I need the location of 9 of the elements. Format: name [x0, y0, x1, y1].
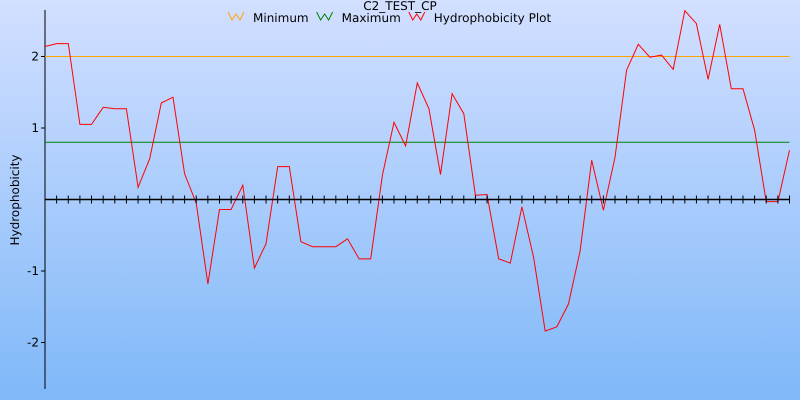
axis-title: Hydrophobicity	[8, 154, 22, 246]
legend-label: Minimum	[253, 11, 309, 25]
tick-label: -1	[27, 264, 39, 278]
tick-label: 1	[31, 121, 39, 135]
legend-label: Hydrophobicity Plot	[434, 11, 552, 25]
tick-label: 2	[31, 49, 39, 64]
chart-title: C2_TEST_CP	[363, 0, 437, 13]
tick-label: -2	[27, 336, 39, 350]
legend-label: Maximum	[342, 11, 401, 25]
